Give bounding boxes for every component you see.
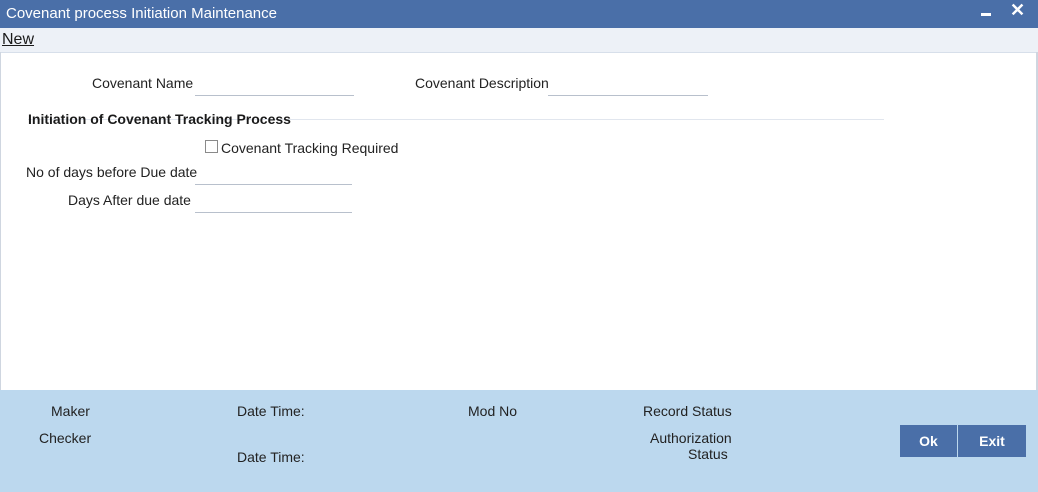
covenant-description-input[interactable] [548, 71, 708, 96]
covenant-tracking-label: Covenant Tracking Required [221, 140, 399, 156]
title-bar: Covenant process Initiation Maintenance … [0, 0, 1038, 28]
days-before-label: No of days before Due date [26, 164, 198, 180]
checker-date-time-label: Date Time: [237, 449, 305, 465]
days-after-input[interactable] [195, 188, 352, 213]
authorization-status-label: Status [688, 446, 728, 462]
ok-button[interactable]: Ok [900, 425, 957, 457]
exit-button[interactable]: Exit [958, 425, 1026, 457]
menu-bar: New [0, 28, 1038, 53]
maker-date-time-label: Date Time: [237, 403, 305, 419]
audit-footer: Maker Checker Date Time: Date Time: Mod … [0, 390, 1038, 492]
close-icon[interactable]: ✕ [1010, 0, 1025, 20]
record-status-label: Record Status [643, 403, 732, 419]
authorization-label: Authorization [650, 430, 732, 446]
covenant-name-input[interactable] [195, 71, 354, 96]
section-title: Initiation of Covenant Tracking Process [28, 111, 291, 127]
left-border [0, 52, 1, 390]
covenant-name-label: Covenant Name [92, 75, 194, 91]
covenant-tracking-checkbox[interactable] [205, 140, 218, 153]
covenant-description-label: Covenant Description [415, 75, 549, 91]
minimize-icon[interactable] [981, 13, 991, 16]
maker-label: Maker [51, 403, 90, 419]
mod-no-label: Mod No [468, 403, 518, 419]
checker-label: Checker [39, 430, 92, 446]
days-before-input[interactable] [195, 160, 352, 185]
days-after-label: Days After due date [68, 192, 191, 208]
new-link[interactable]: New [2, 31, 34, 49]
window-title: Covenant process Initiation Maintenance [6, 5, 277, 22]
